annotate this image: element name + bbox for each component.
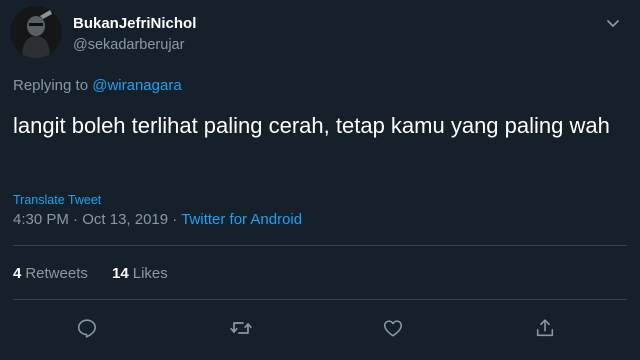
tweet-time[interactable]: 4:30 PM [13,211,69,228]
reply-mention-link[interactable]: @wiranagara [92,77,181,94]
tweet-text: langit boleh terlihat paling cerah, teta… [13,113,610,138]
tweet-date[interactable]: Oct 13, 2019 [82,211,168,228]
meta-separator: · [73,211,79,228]
display-name[interactable]: BukanJefriNichol [73,15,196,32]
tweet-client-link[interactable]: Twitter for Android [181,211,302,228]
share-icon[interactable] [533,316,557,340]
likes-count: 14 [112,265,129,282]
retweets-label: Retweets [25,265,88,282]
likes-label: Likes [132,265,168,282]
chevron-down-icon[interactable] [602,12,624,34]
tweet-stats: 4 Retweets 14 Likes [13,265,188,282]
user-handle[interactable]: @sekadarberujar [73,37,184,53]
action-bar [0,316,640,340]
replying-to-label: Replying to [13,77,89,94]
like-icon[interactable] [381,316,405,340]
divider [13,299,627,300]
retweets-count: 4 [13,265,22,282]
avatar[interactable] [10,6,62,58]
translate-tweet-link[interactable]: Translate Tweet [13,193,101,207]
likes-stat[interactable]: 14 Likes [112,265,168,282]
tweet-meta: 4:30 PM · Oct 13, 2019 · Twitter for And… [13,211,302,228]
meta-separator: · [172,211,178,228]
divider [13,245,627,246]
avatar-image [10,6,62,58]
replying-to: Replying to @wiranagara [13,77,182,94]
reply-icon[interactable] [75,316,99,340]
tweet-card: BukanJefriNichol @sekadarberujar Replyin… [0,0,640,360]
retweets-stat[interactable]: 4 Retweets [13,265,88,282]
retweet-icon[interactable] [229,316,253,340]
